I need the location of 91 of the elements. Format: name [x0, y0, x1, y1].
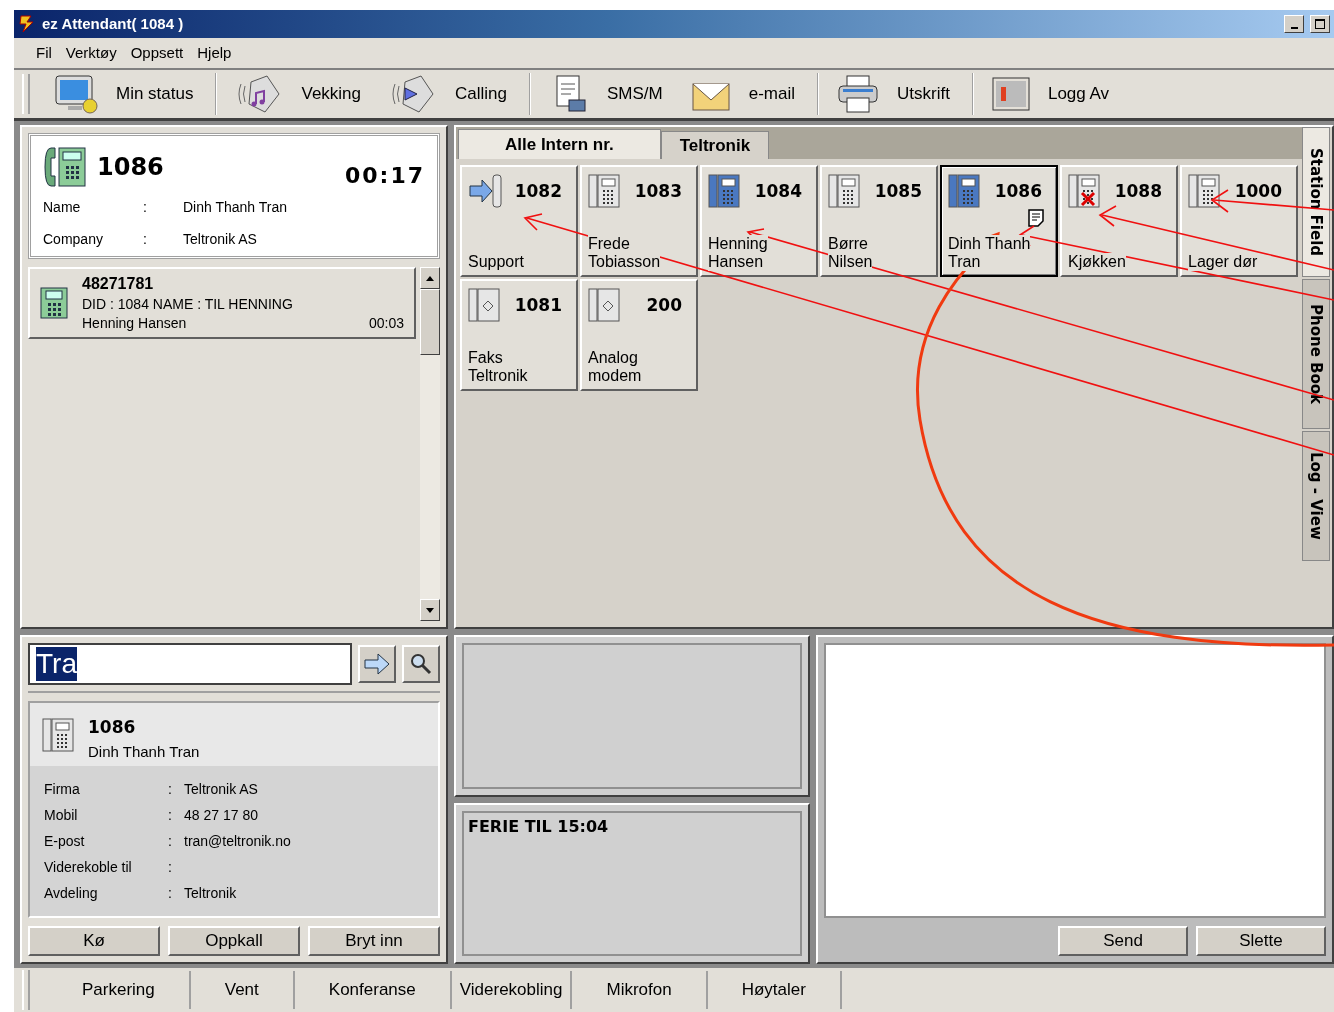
- contact-name: Dinh Thanh Tran: [88, 743, 200, 761]
- station-tile[interactable]: 1083 Frede Tobiasson: [580, 165, 698, 278]
- toolbar-grip[interactable]: [22, 73, 30, 114]
- forward-arrow-button[interactable]: [358, 645, 396, 684]
- colon: :: [168, 884, 173, 904]
- down-arrow-icon: [426, 607, 434, 613]
- colon: :: [168, 806, 173, 826]
- message-button[interactable]: Send: [1058, 926, 1188, 957]
- bottom-bar-button[interactable]: Mikrofon: [572, 971, 708, 1010]
- bottom-bar-button[interactable]: Konferanse: [294, 971, 452, 1010]
- menu-item[interactable]: Oppsett: [130, 44, 184, 62]
- field-label: E-post: [44, 832, 86, 852]
- station-tile[interactable]: 1082 Support: [460, 165, 578, 278]
- field-value: 48 27 17 80: [184, 806, 259, 826]
- search-field[interactable]: Tra: [28, 643, 352, 686]
- station-tile[interactable]: 1084 Henning Hansen: [700, 165, 818, 278]
- window-title: ez Attendant( 1084 ): [42, 15, 185, 33]
- note-text: FERIE TIL 15:04: [468, 816, 609, 836]
- toolbar-grip[interactable]: [22, 970, 30, 1011]
- right-arrow-icon: [364, 653, 390, 676]
- colon: :: [168, 858, 173, 878]
- bottom-bar-button[interactable]: Parkering: [48, 971, 191, 1010]
- station-tile[interactable]: 1000 Lager dør: [1180, 165, 1298, 278]
- colon: :: [143, 230, 148, 250]
- field-label: Mobil: [44, 806, 79, 826]
- action-button[interactable]: Bryt inn: [308, 926, 440, 957]
- search-button[interactable]: [402, 645, 440, 684]
- caller-name: Henning Hansen: [82, 315, 187, 332]
- scroll-down-button[interactable]: [420, 599, 440, 622]
- monitor-icon: [54, 73, 98, 114]
- side-tab[interactable]: Station Field: [1302, 127, 1330, 278]
- field-value: Dinh Thanh Tran: [183, 198, 289, 218]
- search-icon: [410, 653, 432, 676]
- power-switch-icon: [991, 76, 1030, 111]
- message-button[interactable]: Slette: [1196, 926, 1326, 957]
- colon: :: [143, 198, 148, 218]
- call-info: DID : 1084 NAME : TIL HENNING: [82, 296, 294, 313]
- station-tile[interactable]: 1088 Kjøkken: [1060, 165, 1178, 278]
- caller-number: 48271781: [82, 275, 155, 294]
- toolbar-button[interactable]: Min status: [48, 70, 216, 117]
- menu-item[interactable]: Verktøy: [65, 44, 117, 62]
- action-button[interactable]: Kø: [28, 926, 160, 957]
- field-label: Firma: [44, 780, 81, 800]
- field-value: Teltronik AS: [183, 230, 258, 250]
- bottom-bar-button[interactable]: Viderekobling: [451, 971, 573, 1010]
- contact-number: 1086: [88, 717, 137, 738]
- menu-item[interactable]: Hjelp: [197, 44, 232, 62]
- field-label: Avdeling: [44, 884, 99, 904]
- menu-item[interactable]: Fil: [36, 44, 52, 62]
- field-label: Name: [43, 198, 82, 218]
- toolbar-button[interactable]: Calling: [383, 70, 529, 117]
- minimize-button[interactable]: [1284, 14, 1304, 33]
- side-tab[interactable]: Log - View: [1302, 431, 1330, 562]
- app-icon: [18, 13, 36, 34]
- station-tile[interactable]: 1081 Faks Teltronik: [460, 279, 578, 392]
- scrollbar-thumb[interactable]: [420, 289, 440, 356]
- call-timer: 00:17: [344, 162, 425, 188]
- maximize-button[interactable]: [1310, 14, 1330, 33]
- station-tile[interactable]: 1085 Børre Nilsen: [820, 165, 938, 278]
- phone-handset-icon: [43, 146, 89, 189]
- station-tile[interactable]: 200 Analog modem: [580, 279, 698, 392]
- toolbar-button[interactable]: SMS/M: [543, 70, 685, 117]
- tab[interactable]: Teltronik: [660, 131, 770, 160]
- toolbar-button[interactable]: Utskrift: [831, 70, 972, 117]
- bottom-bar-button[interactable]: Vent: [190, 971, 295, 1010]
- field-value: Teltronik: [184, 884, 238, 904]
- field-value: tran@teltronik.no: [184, 832, 292, 852]
- field-label: Viderekoble til: [44, 858, 133, 878]
- message-field[interactable]: [824, 643, 1326, 919]
- field-label: Company: [43, 230, 104, 250]
- colon: :: [168, 832, 173, 852]
- bottom-bar-button[interactable]: Høytaler: [707, 971, 842, 1010]
- side-tab[interactable]: Phone Book: [1302, 279, 1330, 430]
- printer-icon: [837, 73, 880, 114]
- field-value: Teltronik AS: [184, 780, 259, 800]
- colon: :: [168, 780, 173, 800]
- station-tile[interactable]: 1086 Dinh Thanh Tran: [940, 165, 1058, 278]
- up-arrow-icon: [426, 275, 434, 281]
- toolbar-button[interactable]: Logg Av: [985, 70, 1132, 117]
- minimize-icon: [1290, 26, 1298, 29]
- wait-time: 00:03: [368, 315, 404, 332]
- toolbar-button[interactable]: e-mail: [684, 70, 818, 117]
- maximize-icon: [1315, 18, 1325, 29]
- action-button[interactable]: Oppkall: [168, 926, 300, 957]
- queued-call[interactable]: 48271781 DID : 1084 NAME : TIL HENNING Henning Hansen 00:03: [28, 267, 416, 340]
- desk-phone-icon: [40, 287, 68, 320]
- tab[interactable]: Alle Intern nr.: [458, 129, 661, 160]
- toolbar-button[interactable]: Vekking: [229, 70, 384, 117]
- desk-phone-icon: [42, 717, 74, 754]
- extension-number: 1086: [97, 153, 164, 182]
- scroll-up-button[interactable]: [420, 267, 440, 290]
